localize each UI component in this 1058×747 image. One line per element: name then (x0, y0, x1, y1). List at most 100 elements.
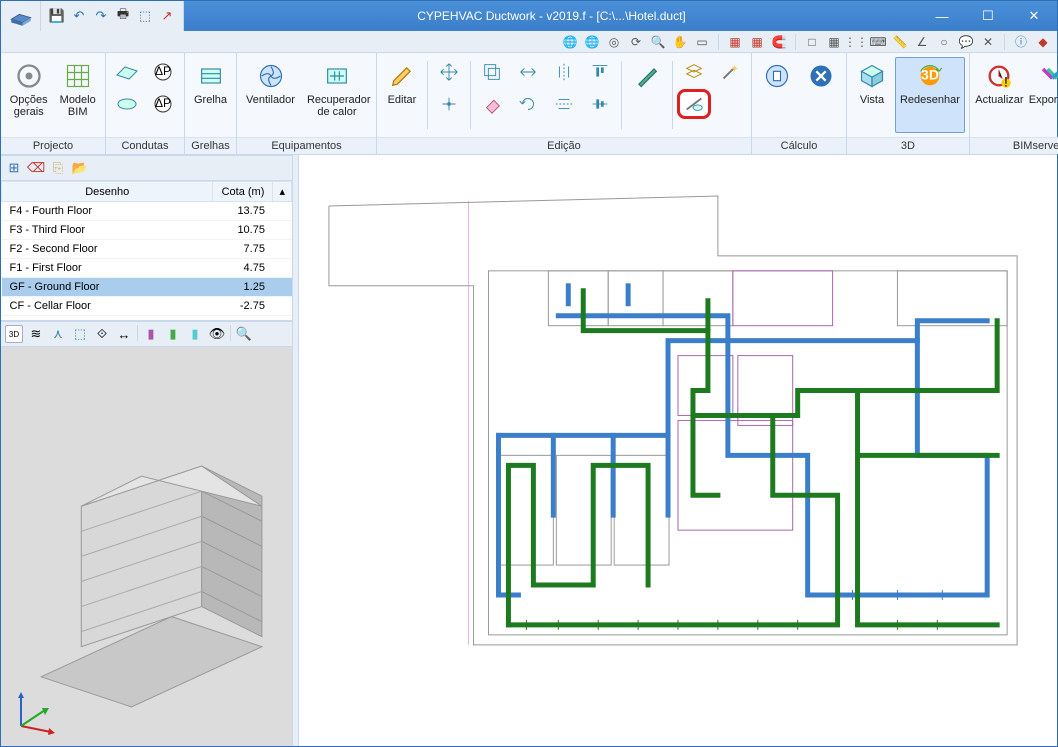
refresh-icon[interactable]: ⟳ (628, 34, 644, 50)
floor-cota: 10.75 (213, 221, 273, 240)
floor-cota: 7.75 (213, 240, 273, 259)
redesenhar-button[interactable]: 3D Redesenhar (895, 57, 965, 133)
purple-icon[interactable]: ▮ (142, 325, 160, 343)
recuperador-button[interactable]: Recuperador de calor (302, 57, 372, 133)
box-icon[interactable]: ⬚ (137, 8, 153, 24)
svg-text:ΔP: ΔP (155, 64, 171, 78)
minimize-button[interactable]: — (919, 1, 965, 31)
layers-view-icon[interactable]: ≋ (27, 325, 45, 343)
export-icon[interactable]: ↗ (159, 8, 175, 24)
mirror-h-button[interactable] (547, 89, 581, 119)
vista-3d-button[interactable]: Vista (851, 57, 893, 133)
close-button[interactable]: ✕ (1011, 1, 1057, 31)
table-row[interactable]: F2 - Second Floor7.75 (2, 240, 292, 259)
duct-rect-button[interactable] (110, 57, 144, 87)
table-row[interactable]: F1 - First Floor4.75 (2, 259, 292, 278)
delete-calc-button[interactable] (800, 57, 842, 133)
ribbon-group-3d: Vista 3D Redesenhar 3D (847, 53, 970, 154)
drawing-canvas[interactable] (299, 155, 1057, 746)
preview-3d[interactable] (1, 347, 292, 746)
print-icon[interactable]: 🖶 (115, 8, 131, 24)
globe-icon[interactable]: 🌐 (584, 34, 600, 50)
cyan-icon[interactable]: ▮ (186, 325, 204, 343)
dp-rect-button[interactable]: ΔP (146, 57, 180, 87)
zoom-icon[interactable]: 🔍 (235, 325, 253, 343)
copy-layers-button[interactable] (475, 57, 509, 87)
dp-round-button[interactable]: ΔP (146, 89, 180, 119)
circle-icon[interactable]: ○ (936, 34, 952, 50)
add-floor-icon[interactable]: ⊞ (5, 159, 23, 177)
table-row[interactable]: GF - Ground Floor1.25 (2, 278, 292, 297)
editar-button[interactable]: Editar (381, 57, 423, 133)
ruler-icon[interactable]: 📏 (892, 34, 908, 50)
measure-icon[interactable]: ↔ (115, 325, 133, 343)
mirror-v-button[interactable] (547, 57, 581, 87)
undo-icon[interactable]: ↶ (71, 8, 87, 24)
duct-round-button[interactable] (110, 89, 144, 119)
table-row[interactable]: F3 - Third Floor10.75 (2, 221, 292, 240)
grid2-icon[interactable]: ▦ (749, 34, 765, 50)
exportar-button[interactable]: Exportar (1027, 57, 1058, 133)
box3d-icon[interactable]: ⬚ (71, 325, 89, 343)
view3d-icon[interactable]: 3D (5, 325, 23, 343)
table-row[interactable]: CF - Cellar Floor-2.75 (2, 297, 292, 316)
copy-floor-icon[interactable]: ⎘ (49, 159, 67, 177)
target-icon[interactable]: ◎ (606, 34, 622, 50)
move-button[interactable] (432, 57, 466, 87)
svg-text:ΔP: ΔP (155, 96, 171, 110)
section-slash-button[interactable] (677, 89, 711, 119)
erase-button[interactable] (475, 89, 509, 119)
about-icon[interactable]: ◆ (1035, 34, 1051, 50)
chat-icon[interactable]: 💬 (958, 34, 974, 50)
actualizar-button[interactable]: ! Actualizar (974, 57, 1025, 133)
save-icon[interactable]: 💾 (49, 8, 65, 24)
delete-floor-icon[interactable]: ⌫ (27, 159, 45, 177)
redo-icon[interactable]: ↷ (93, 8, 109, 24)
grelha-button[interactable]: Grelha (189, 57, 232, 133)
layers-button[interactable] (677, 57, 711, 87)
home-icon[interactable]: ⟐ (93, 325, 111, 343)
modelo-bim-button[interactable]: Modelo BIM (54, 57, 101, 133)
grid1-icon[interactable]: ▦ (727, 34, 743, 50)
stretch-button[interactable] (511, 57, 545, 87)
magnet-icon[interactable]: 🧲 (771, 34, 787, 50)
col-desenho[interactable]: Desenho (2, 182, 213, 202)
tools-icon[interactable]: ✕ (980, 34, 996, 50)
floor-name: F3 - Third Floor (2, 221, 213, 240)
angle-icon[interactable]: ∠ (914, 34, 930, 50)
table-row[interactable]: F4 - Fourth Floor13.75 (2, 202, 292, 221)
rotate-button[interactable] (511, 89, 545, 119)
dots-icon[interactable]: ⋮⋮ (848, 34, 864, 50)
align-top-button[interactable] (583, 57, 617, 87)
axis-gizmo-icon (11, 686, 61, 736)
grid-icon[interactable]: ▦ (826, 34, 842, 50)
pencil-icon (386, 60, 418, 92)
move-point-button[interactable] (432, 89, 466, 119)
zoom-fit-icon[interactable]: 🔍 (650, 34, 666, 50)
select-icon[interactable]: ▭ (694, 34, 710, 50)
paste-floor-icon[interactable]: 📂 (71, 159, 89, 177)
opcoes-gerais-button[interactable]: Opções gerais (5, 57, 52, 133)
app-window: 💾 ↶ ↷ 🖶 ⬚ ↗ CYPEHVAC Ductwork - v2019.f … (0, 0, 1058, 747)
floor-name: CF - Cellar Floor (2, 297, 213, 316)
keyboard-icon[interactable]: ⌨ (870, 34, 886, 50)
brush-button[interactable] (626, 57, 668, 133)
col-cota[interactable]: Cota (m) (213, 182, 273, 202)
square-icon[interactable]: □ (804, 34, 820, 50)
axis-icon[interactable]: ⋏ (49, 325, 67, 343)
wand-button[interactable] (713, 57, 747, 87)
maximize-button[interactable]: ☐ (965, 1, 1011, 31)
pan-icon[interactable]: ✋ (672, 34, 688, 50)
titlebar: 💾 ↶ ↷ 🖶 ⬚ ↗ CYPEHVAC Ductwork - v2019.f … (1, 1, 1057, 31)
ribbon-group-bimserver: ! Actualizar Exportar Paulo Oliveira TOP… (970, 53, 1058, 154)
ventilador-button[interactable]: Ventilador (241, 57, 300, 133)
floor-cota: 13.75 (213, 202, 273, 221)
globe-refresh-icon[interactable]: 🌐 (562, 34, 578, 50)
calcular-button[interactable] (756, 57, 798, 133)
eye-icon[interactable]: 👁 (208, 325, 226, 343)
floors-toolbar: ⊞ ⌫ ⎘ 📂 (1, 155, 292, 181)
align-mid-button[interactable] (583, 89, 617, 119)
help-icon[interactable]: ⓘ (1013, 34, 1029, 50)
floors-table[interactable]: Desenho Cota (m) ▴ F4 - Fourth Floor13.7… (1, 181, 292, 321)
green-icon[interactable]: ▮ (164, 325, 182, 343)
